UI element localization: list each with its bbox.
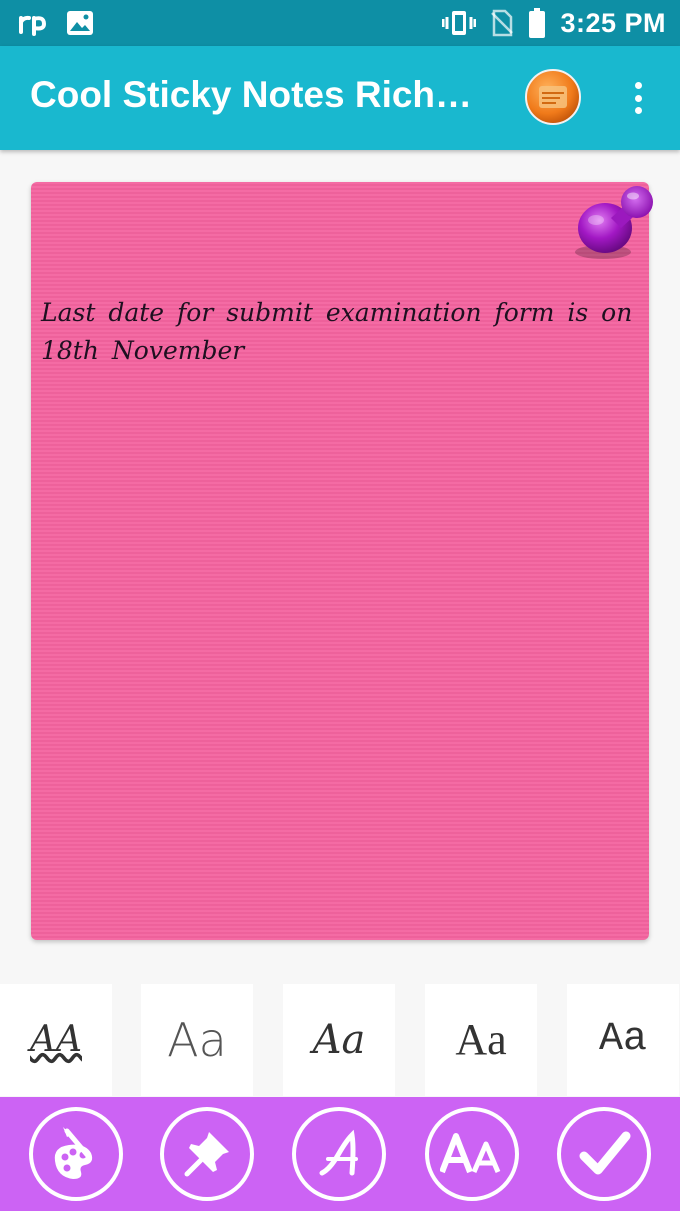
save-button[interactable] xyxy=(557,1107,651,1201)
font-size-icon xyxy=(440,1132,504,1176)
menu-dot xyxy=(634,107,642,114)
font-option-5[interactable]: Aa xyxy=(567,984,679,1096)
font-option-3[interactable]: Aa xyxy=(283,984,395,1096)
sticky-note[interactable]: Last date for submit examination form is… xyxy=(31,182,653,940)
app-bar: Cool Sticky Notes Rich… xyxy=(0,46,680,150)
vibrate-icon xyxy=(442,9,477,37)
pin-icon xyxy=(179,1126,235,1182)
font-option-1[interactable]: AA xyxy=(0,984,112,1096)
font-strip: AA Aa Aa Aa Aa xyxy=(0,984,680,1096)
palette-icon xyxy=(45,1123,107,1185)
menu-dot xyxy=(634,82,642,89)
status-right-icons: 3:25 PM xyxy=(442,8,666,38)
font-sample-4: Aa xyxy=(455,1015,507,1064)
no-sim-icon xyxy=(490,9,514,37)
image-notification-icon xyxy=(66,10,94,36)
font-style-icon xyxy=(310,1125,368,1183)
font-style-button[interactable] xyxy=(292,1107,386,1201)
font-sample-2: Aa xyxy=(167,1013,227,1067)
bottom-toolbar xyxy=(0,1097,680,1211)
font-sample-3: Aa xyxy=(312,1017,366,1063)
app-title: Cool Sticky Notes Rich… xyxy=(30,74,473,115)
app-logo-icon[interactable] xyxy=(524,68,582,126)
push-pin-icon xyxy=(563,182,653,264)
note-text[interactable]: Last date for submit examination form is… xyxy=(41,294,639,370)
status-time: 3:25 PM xyxy=(560,7,666,38)
status-bar: 3:25 PM xyxy=(0,0,680,46)
overflow-menu-icon[interactable] xyxy=(620,76,656,120)
font-size-button[interactable] xyxy=(425,1107,519,1201)
checkmark-icon xyxy=(576,1126,632,1182)
battery-icon xyxy=(528,8,546,38)
menu-dot xyxy=(634,94,642,102)
font-option-4[interactable]: Aa xyxy=(425,984,537,1096)
carrier-logo-icon xyxy=(18,10,48,36)
font-option-2[interactable]: Aa xyxy=(141,984,253,1096)
font-sample-1: AA xyxy=(30,1019,82,1060)
color-palette-button[interactable] xyxy=(29,1107,123,1201)
status-left-icons xyxy=(18,8,94,38)
pin-button[interactable] xyxy=(160,1107,254,1201)
font-sample-5: Aa xyxy=(598,1017,647,1062)
